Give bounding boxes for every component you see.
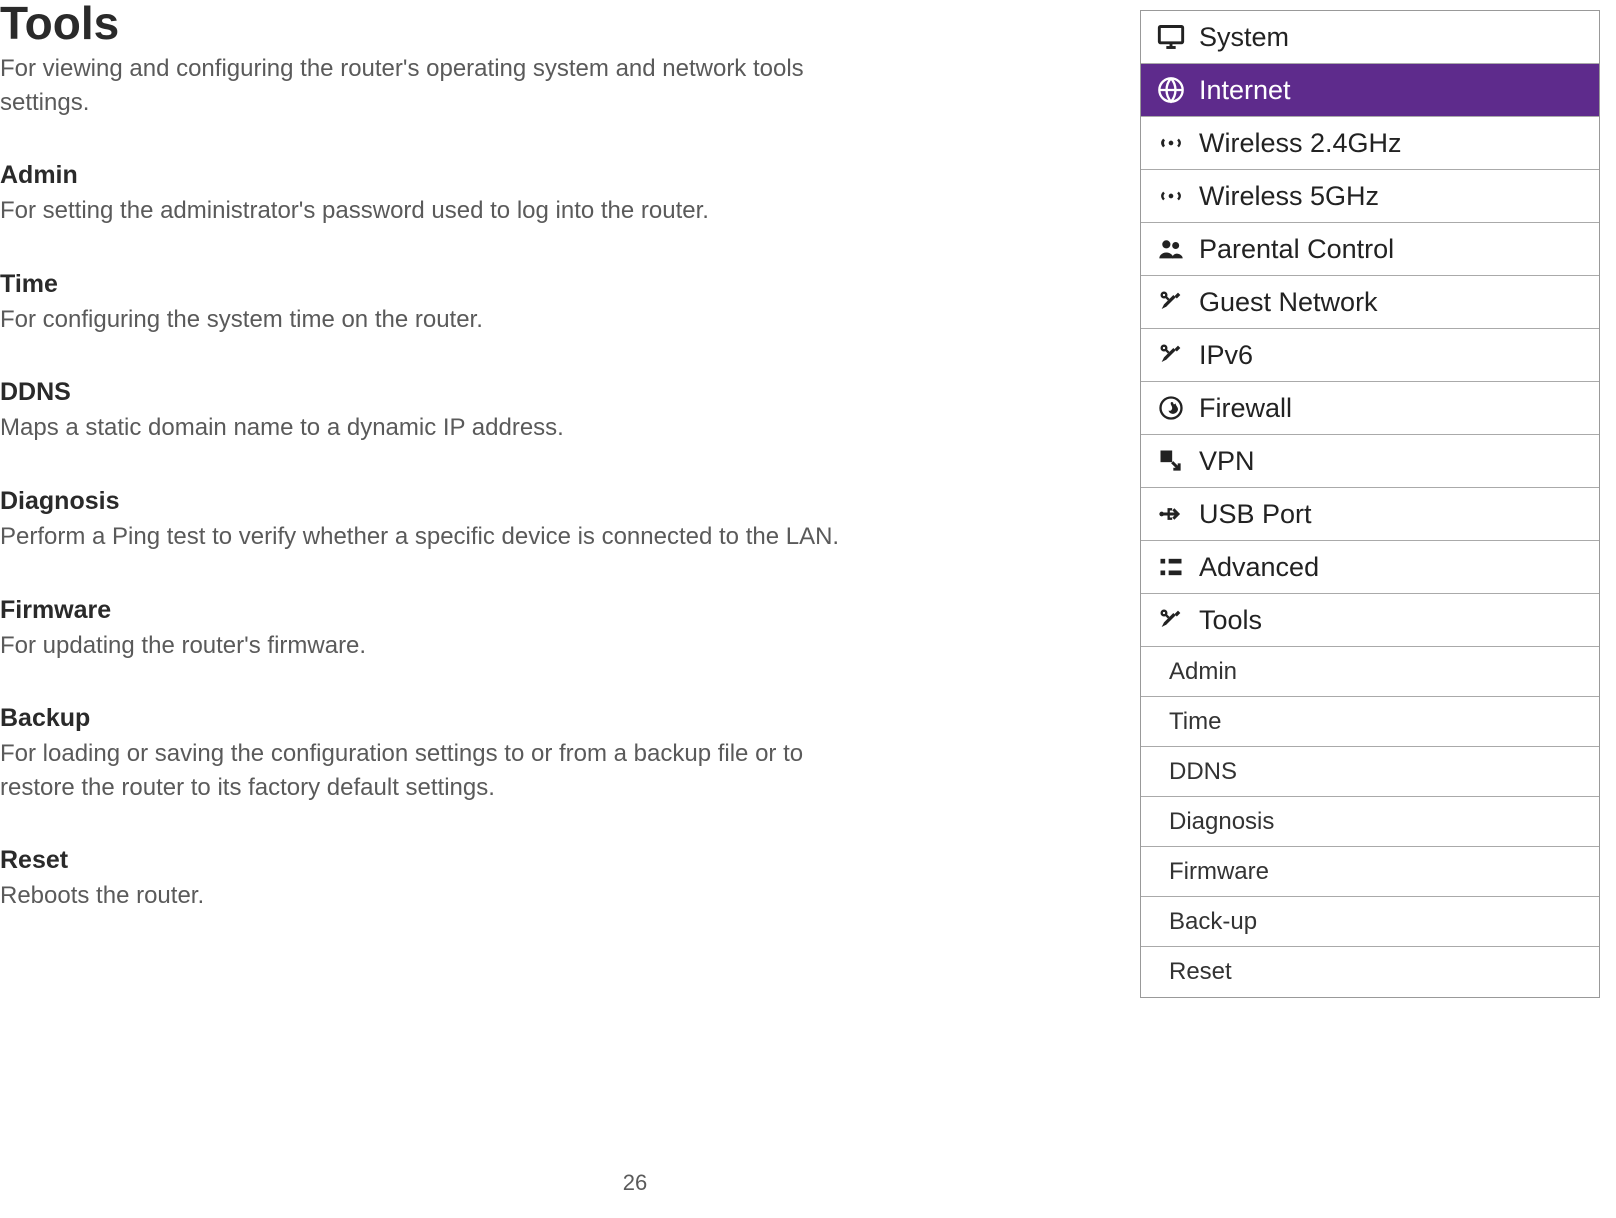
menu-label: Advanced [1199, 552, 1319, 583]
section-heading: Firmware [0, 596, 860, 625]
section-admin: Admin For setting the administrator's pa… [0, 161, 860, 228]
page-number: 26 [0, 1170, 1270, 1196]
section-ddns: DDNS Maps a static domain name to a dyna… [0, 378, 860, 445]
usb-icon [1147, 488, 1195, 540]
sub-item-ddns[interactable]: DDNS [1141, 747, 1599, 797]
sub-item-firmware[interactable]: Firmware [1141, 847, 1599, 897]
section-heading: Time [0, 270, 860, 299]
menu-item-usb[interactable]: USB Port [1141, 488, 1599, 541]
sub-item-diagnosis[interactable]: Diagnosis [1141, 797, 1599, 847]
tools-icon [1147, 276, 1195, 328]
section-description: For loading or saving the configuration … [0, 737, 860, 804]
sub-label: Firmware [1169, 858, 1269, 886]
sub-item-admin[interactable]: Admin [1141, 647, 1599, 697]
sub-label: Time [1169, 708, 1221, 736]
section-heading: Backup [0, 704, 860, 733]
menu-label: IPv6 [1199, 340, 1253, 371]
menu-item-parental[interactable]: Parental Control [1141, 223, 1599, 276]
section-time: Time For configuring the system time on … [0, 270, 860, 337]
sidebar-menu: System Internet Wireless 2.4GHz Wireless… [1140, 10, 1600, 998]
section-diagnosis: Diagnosis Perform a Ping test to verify … [0, 487, 860, 554]
section-description: Reboots the router. [0, 879, 860, 913]
section-reset: Reset Reboots the router. [0, 846, 860, 913]
menu-label: USB Port [1199, 499, 1312, 530]
section-description: Maps a static domain name to a dynamic I… [0, 411, 860, 445]
sub-label: Reset [1169, 958, 1232, 986]
sub-label: Admin [1169, 658, 1237, 686]
section-firmware: Firmware For updating the router's firmw… [0, 596, 860, 663]
menu-label: Parental Control [1199, 234, 1394, 265]
sub-item-backup[interactable]: Back-up [1141, 897, 1599, 947]
list-icon [1147, 541, 1195, 593]
section-description: For configuring the system time on the r… [0, 303, 860, 337]
page-title: Tools [0, 0, 860, 46]
menu-item-wireless-5[interactable]: Wireless 5GHz [1141, 170, 1599, 223]
menu-item-guest[interactable]: Guest Network [1141, 276, 1599, 329]
sub-label: Diagnosis [1169, 808, 1274, 836]
menu-item-system[interactable]: System [1141, 11, 1599, 64]
tools-icon [1147, 594, 1195, 646]
section-description: Perform a Ping test to verify whether a … [0, 520, 860, 554]
fire-icon [1147, 382, 1195, 434]
section-heading: Diagnosis [0, 487, 860, 516]
sub-label: Back-up [1169, 908, 1257, 936]
menu-item-advanced[interactable]: Advanced [1141, 541, 1599, 594]
menu-label: Tools [1199, 605, 1262, 636]
menu-label: Wireless 2.4GHz [1199, 128, 1402, 159]
arrow-icon [1147, 435, 1195, 487]
main-content: Tools For viewing and configuring the ro… [0, 0, 860, 955]
sub-item-reset[interactable]: Reset [1141, 947, 1599, 997]
menu-item-wireless-24[interactable]: Wireless 2.4GHz [1141, 117, 1599, 170]
globe-icon [1147, 64, 1195, 116]
sub-item-time[interactable]: Time [1141, 697, 1599, 747]
wifi-icon [1147, 117, 1195, 169]
sub-label: DDNS [1169, 758, 1237, 786]
menu-item-ipv6[interactable]: IPv6 [1141, 329, 1599, 382]
menu-label: VPN [1199, 446, 1255, 477]
section-description: For setting the administrator's password… [0, 194, 860, 228]
users-icon [1147, 223, 1195, 275]
menu-label: Internet [1199, 75, 1291, 106]
page-description: For viewing and configuring the router's… [0, 52, 860, 119]
menu-item-vpn[interactable]: VPN [1141, 435, 1599, 488]
section-heading: Reset [0, 846, 860, 875]
section-heading: Admin [0, 161, 860, 190]
menu-label: Wireless 5GHz [1199, 181, 1379, 212]
section-heading: DDNS [0, 378, 860, 407]
monitor-icon [1147, 11, 1195, 63]
menu-item-firewall[interactable]: Firewall [1141, 382, 1599, 435]
menu-item-internet[interactable]: Internet [1141, 64, 1599, 117]
menu-item-tools[interactable]: Tools [1141, 594, 1599, 647]
menu-label: System [1199, 22, 1289, 53]
section-backup: Backup For loading or saving the configu… [0, 704, 860, 804]
wifi-icon [1147, 170, 1195, 222]
tools-icon [1147, 329, 1195, 381]
menu-label: Guest Network [1199, 287, 1378, 318]
section-description: For updating the router's firmware. [0, 629, 860, 663]
menu-label: Firewall [1199, 393, 1292, 424]
